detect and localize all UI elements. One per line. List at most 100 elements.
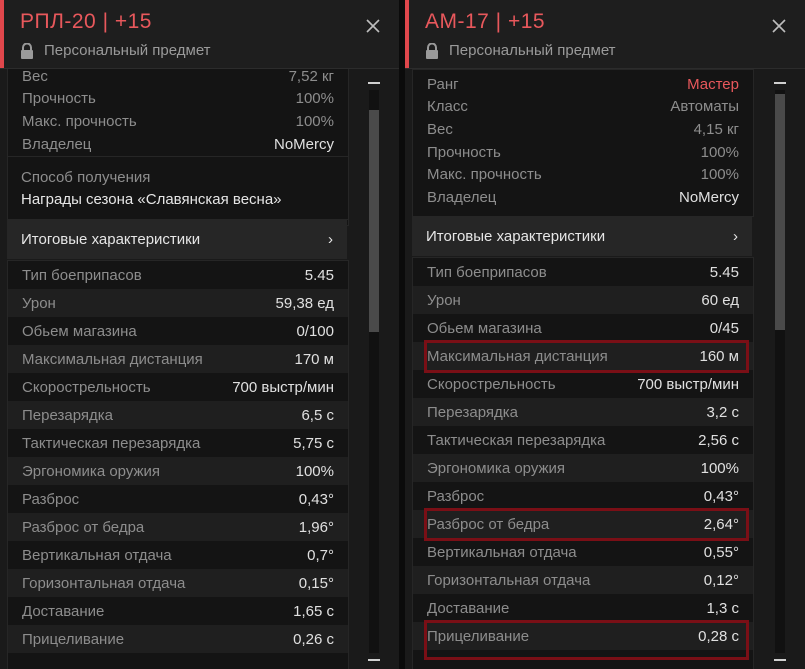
stat-label: Горизонтальная отдача [22,574,186,592]
left-scroll-area[interactable]: Вес 7,52 кг Прочность 100% Макс. прочнос… [0,69,399,669]
right-info-row: Владелец NoMercy [413,183,753,211]
stat-row: Разброс 0,43° [413,482,753,510]
accent-bar [405,0,409,68]
close-icon[interactable] [771,18,787,34]
scroll-track[interactable] [369,90,379,653]
scroll-up-mark[interactable] [368,82,380,84]
stat-label: Разброс [427,487,485,505]
info-label: Ранг [427,75,459,93]
stat-value: 0,43° [703,487,739,505]
left-info-row: Владелец NoMercy [8,130,348,158]
stat-value: 0,15° [298,574,334,592]
stat-row: Обьем магазина 0/45 [413,314,753,342]
info-label: Макс. прочность [22,112,137,130]
stat-row: Скорострельность 700 выстр/мин [413,370,753,398]
stat-value: 2,64° [703,515,739,533]
item-subtitle: Персональный предмет [425,42,616,59]
stat-label: Обьем магазина [427,319,542,337]
scroll-thumb[interactable] [369,110,379,332]
stat-row: Тип боеприпасов 5.45 [8,261,348,289]
right-header: АМ-17 | +15 Персональный предмет [405,0,805,69]
close-icon[interactable] [365,18,381,34]
stat-label: Скорострельность [427,375,556,393]
stat-value: 0,7° [307,546,334,564]
scroll-down-mark[interactable] [774,659,786,661]
item-title: АМ-17 | +15 [425,10,546,33]
stat-row: Горизонтальная отдача 0,15° [8,569,348,597]
scroll-up-mark[interactable] [774,82,786,84]
stat-label: Урон [427,291,461,309]
stat-value: 1,3 с [706,599,739,617]
stat-row: Эргономика оружия 100% [413,454,753,482]
info-value: 100% [700,165,739,183]
left-source-box: Способ получения Награды сезона «Славянс… [7,156,349,220]
stat-label: Максимальная дистанция [22,350,203,368]
stat-row: Максимальная дистанция 170 м [8,345,348,373]
left-stats-list: Тип боеприпасов 5.45 Урон 59,38 ед Обьем маг… [7,260,349,669]
stat-value: 0/100 [296,322,334,340]
stat-value: 0,12° [703,571,739,589]
stat-label: Вертикальная отдача [22,546,172,564]
stat-row: Разброс от бедра 1,96° [8,513,348,541]
info-label: Класс [427,97,468,115]
stat-label: Перезарядка [427,403,518,421]
stat-value: 700 выстр/мин [637,375,739,393]
stat-label: Тип боеприпасов [427,263,547,281]
stat-row: Скорострельность 700 выстр/мин [8,373,348,401]
stat-row: Перезарядка 3,2 с [413,398,753,426]
right-totals-button[interactable]: Итоговые характеристики › [412,216,752,256]
stat-value: 5,75 с [293,434,334,452]
left-totals-button[interactable]: Итоговые характеристики › [7,219,347,259]
stat-row: Вертикальная отдача 0,7° [8,541,348,569]
stat-label: Разброс от бедра [22,518,145,536]
stat-row: Прицеливание 0,26 с [8,625,348,653]
stat-value: 0/45 [709,319,739,337]
stat-value: 100% [295,462,334,480]
stat-row: Доставание 1,3 с [413,594,753,622]
totals-label: Итоговые характеристики [21,230,201,248]
stat-row: Тип боеприпасов 5.45 [413,258,753,286]
stat-value: 0,55° [703,543,739,561]
subtitle-text: Персональный предмет [449,42,616,59]
stat-value: 1,65 с [293,602,334,620]
scroll-thumb[interactable] [775,94,785,330]
stat-value: 160 м [699,347,739,365]
scroll-down-mark[interactable] [368,659,380,661]
stat-row: Разброс 0,43° [8,485,348,513]
stat-value: 60 ед [701,291,739,309]
info-value: 7,52 кг [288,69,334,85]
stat-label: Тактическая перезарядка [22,434,201,452]
info-value: Автоматы [670,97,739,115]
stat-row: Максимальная дистанция 160 м [413,342,753,370]
right-scroll-area[interactable]: Ранг Мастер Класс Автоматы Вес 4,15 кг П… [405,69,805,669]
chevron-right-icon: › [733,227,738,245]
stat-value: 5.45 [709,263,739,281]
source-label: Способ получения [21,169,151,186]
info-value: NoMercy [273,135,334,153]
info-value: Мастер [687,75,739,93]
stat-value: 700 выстр/мин [232,378,334,396]
totals-label: Итоговые характеристики [426,227,606,245]
stat-row: Эргономика оружия 100% [8,457,348,485]
info-label: Владелец [427,188,497,206]
stat-row: Перезарядка 6,5 с [8,401,348,429]
stat-label: Доставание [22,602,105,620]
info-value: 4,15 кг [693,120,739,138]
stat-label: Эргономика оружия [22,462,161,480]
stat-label: Прицеливание [22,630,125,648]
stat-label: Тактическая перезарядка [427,431,606,449]
stat-value: 0,43° [298,490,334,508]
stat-row: Тактическая перезарядка 5,75 с [8,429,348,457]
stat-row: Обьем магазина 0/100 [8,317,348,345]
left-scrollbar[interactable] [368,82,380,661]
stat-label: Горизонтальная отдача [427,571,591,589]
accent-bar [0,0,4,68]
right-stats-list: Тип боеприпасов 5.45 Урон 60 ед Обьем магази… [412,257,754,669]
right-scrollbar[interactable] [774,82,786,661]
scroll-track[interactable] [775,90,785,653]
lock-icon [426,42,438,59]
stat-label: Перезарядка [22,406,113,424]
stat-value: 6,5 с [301,406,334,424]
chevron-right-icon: › [328,230,333,248]
stat-row: Разброс от бедра 2,64° [413,510,753,538]
